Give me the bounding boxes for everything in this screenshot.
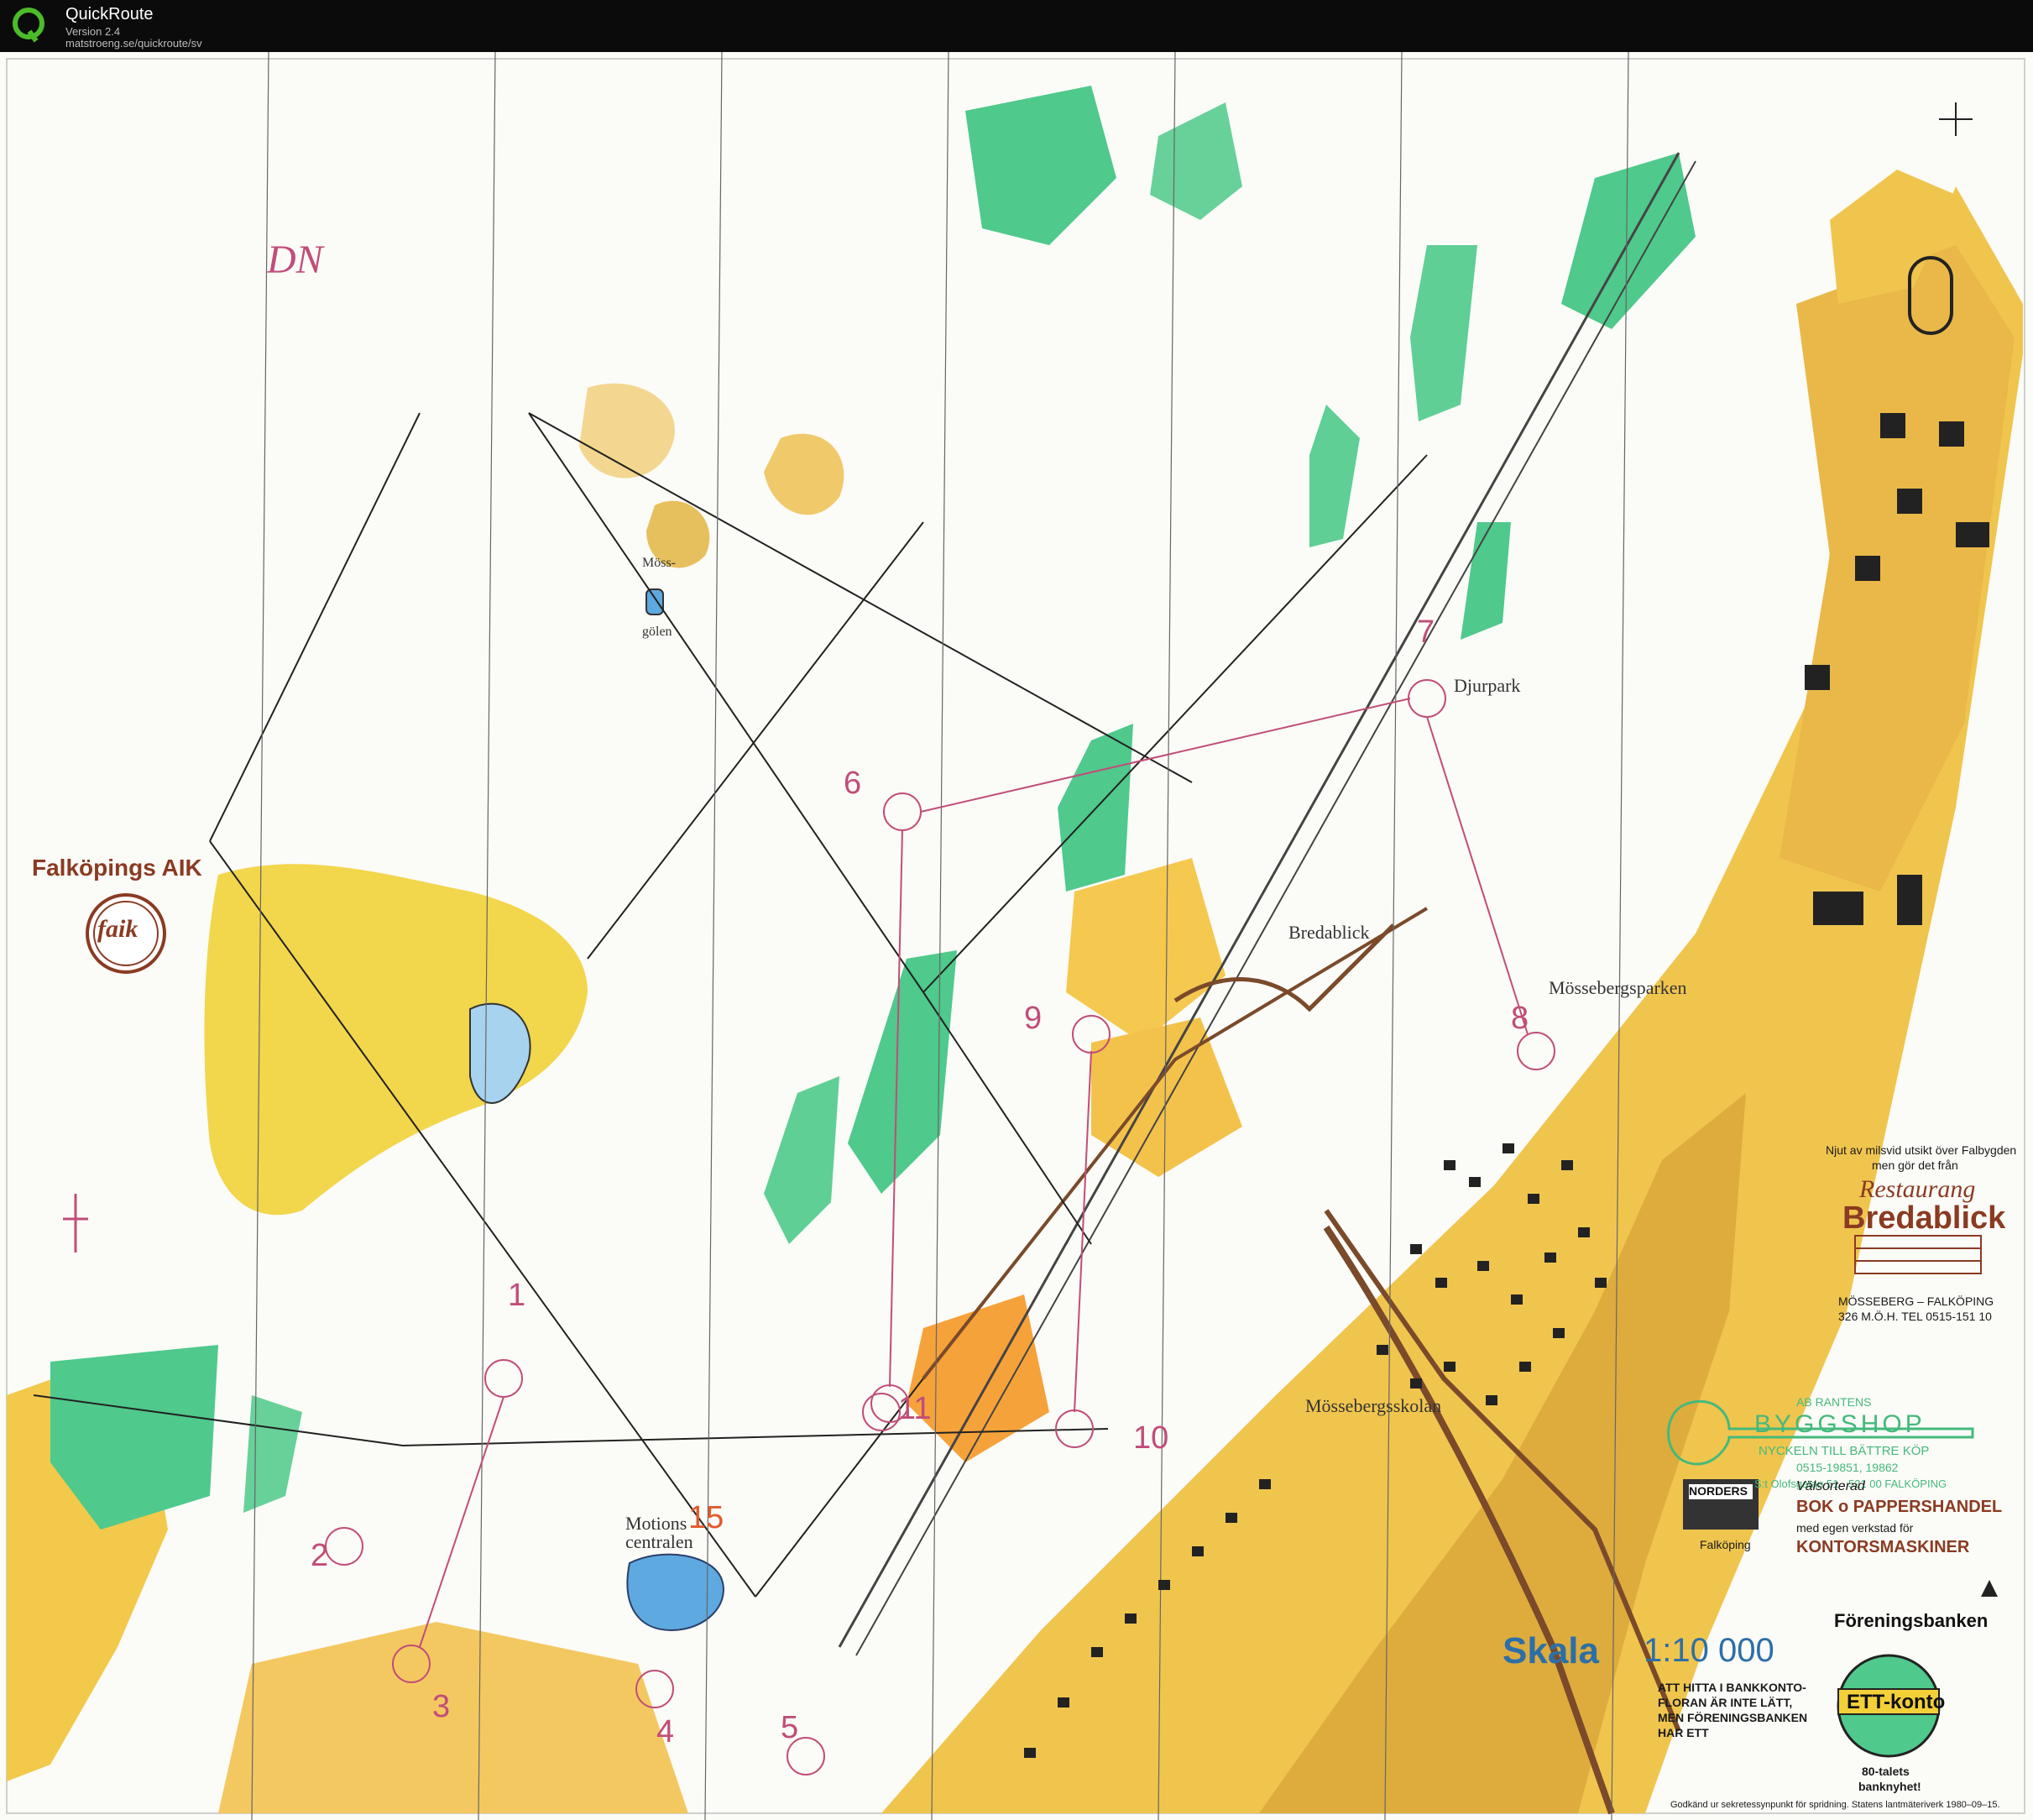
norders-town: Falköping: [1700, 1538, 1751, 1551]
control-number: 7: [1417, 615, 1435, 650]
norders-name: NORDERS: [1689, 1484, 1748, 1498]
place-motionscentralen: centralen: [625, 1531, 693, 1552]
restaurant-ad-line2: men gör det från: [1872, 1158, 1958, 1172]
bank-slogan2: banknyhet!: [1858, 1780, 1921, 1793]
bank-line3: MEN FÖRENINGSBANKEN: [1658, 1711, 1808, 1724]
control-number: 15: [688, 1500, 724, 1535]
control-number: 10: [1133, 1420, 1169, 1456]
orienteering-map[interactable]: DN Falköpings AIK faik Möss- gölen Djurp…: [0, 52, 2033, 1820]
map-footer: Godkänd ur sekretessynpunkt för spridnin…: [1670, 1800, 2000, 1810]
control-number: 1: [508, 1278, 526, 1313]
byggshop-slogan: NYCKELN TILL BÄTTRE KÖP: [1759, 1444, 1930, 1458]
bank-line1: ATT HITTA I BANKKONTO-: [1658, 1681, 1806, 1694]
byggshop-top: AB RANTENS: [1796, 1395, 1872, 1409]
place-djurpark: Djurpark: [1454, 675, 1521, 696]
place-bredablick: Bredablick: [1288, 922, 1370, 943]
control-number: 2: [311, 1538, 329, 1573]
control-number: 9: [1024, 1001, 1043, 1036]
ett-konto: ETT-konto: [1847, 1691, 1946, 1713]
byggshop-phone: 0515-19851, 19862: [1796, 1461, 1899, 1474]
foreningsbanken-name: Föreningsbanken: [1834, 1610, 1989, 1631]
control-number: 5: [781, 1710, 799, 1745]
byggshop-name: BYGGSHOP: [1754, 1410, 1926, 1438]
restaurant-name: Bredablick: [1842, 1200, 2006, 1236]
bank-slogan1: 80-talets: [1862, 1765, 1910, 1778]
app-url: matstroeng.se/quickroute/sv: [65, 37, 202, 50]
quickroute-logo-icon: [13, 8, 44, 43]
control-number: 6: [844, 766, 862, 801]
place-mossebergsparken: Mössebergsparken: [1549, 977, 1687, 998]
app-version: Version 2.4: [65, 25, 121, 38]
map-graphics: [6, 52, 2025, 1820]
control-number: 8: [1511, 1001, 1529, 1036]
restaurant-ad-line1: Njut av milsvid utsikt över Falbygden: [1826, 1143, 2017, 1157]
title-bar: QuickRoute Version 2.4 matstroeng.se/qui…: [0, 0, 2033, 52]
place-mossebergsskolan: Mössebergsskolan: [1305, 1395, 1442, 1416]
handwritten-annotation: DN: [267, 238, 323, 282]
norders-line1: BOK o PAPPERSHANDEL: [1796, 1498, 2003, 1516]
norders-line2: med egen verkstad för: [1796, 1521, 1914, 1535]
restaurant-addr1: MÖSSEBERG – FALKÖPING: [1838, 1294, 1994, 1308]
bank-line2: FLORAN ÄR INTE LÄTT,: [1658, 1696, 1793, 1709]
scale-value: 1:10 000: [1644, 1632, 1774, 1669]
bank-line4: HAR ETT: [1658, 1726, 1709, 1739]
scale-label: Skala: [1503, 1630, 1599, 1671]
club-logo-text: faik: [97, 915, 138, 943]
norders-valsorterad: Välsorterad: [1796, 1479, 1865, 1493]
app-name: QuickRoute: [65, 5, 154, 24]
control-number: 11: [898, 1391, 932, 1426]
place-moss-golen-2: gölen: [642, 625, 672, 639]
control-number: 3: [432, 1689, 451, 1724]
club-name: Falköpings AIK: [32, 855, 202, 881]
restaurant-addr2: 326 M.Ö.H. TEL 0515-151 10: [1838, 1310, 1992, 1323]
norders-line3: KONTORSMASKINER: [1796, 1538, 1970, 1556]
restaurant-script: Restaurang: [1859, 1175, 1976, 1203]
place-moss-golen: Möss-: [642, 556, 677, 570]
control-number: 4: [656, 1714, 675, 1749]
